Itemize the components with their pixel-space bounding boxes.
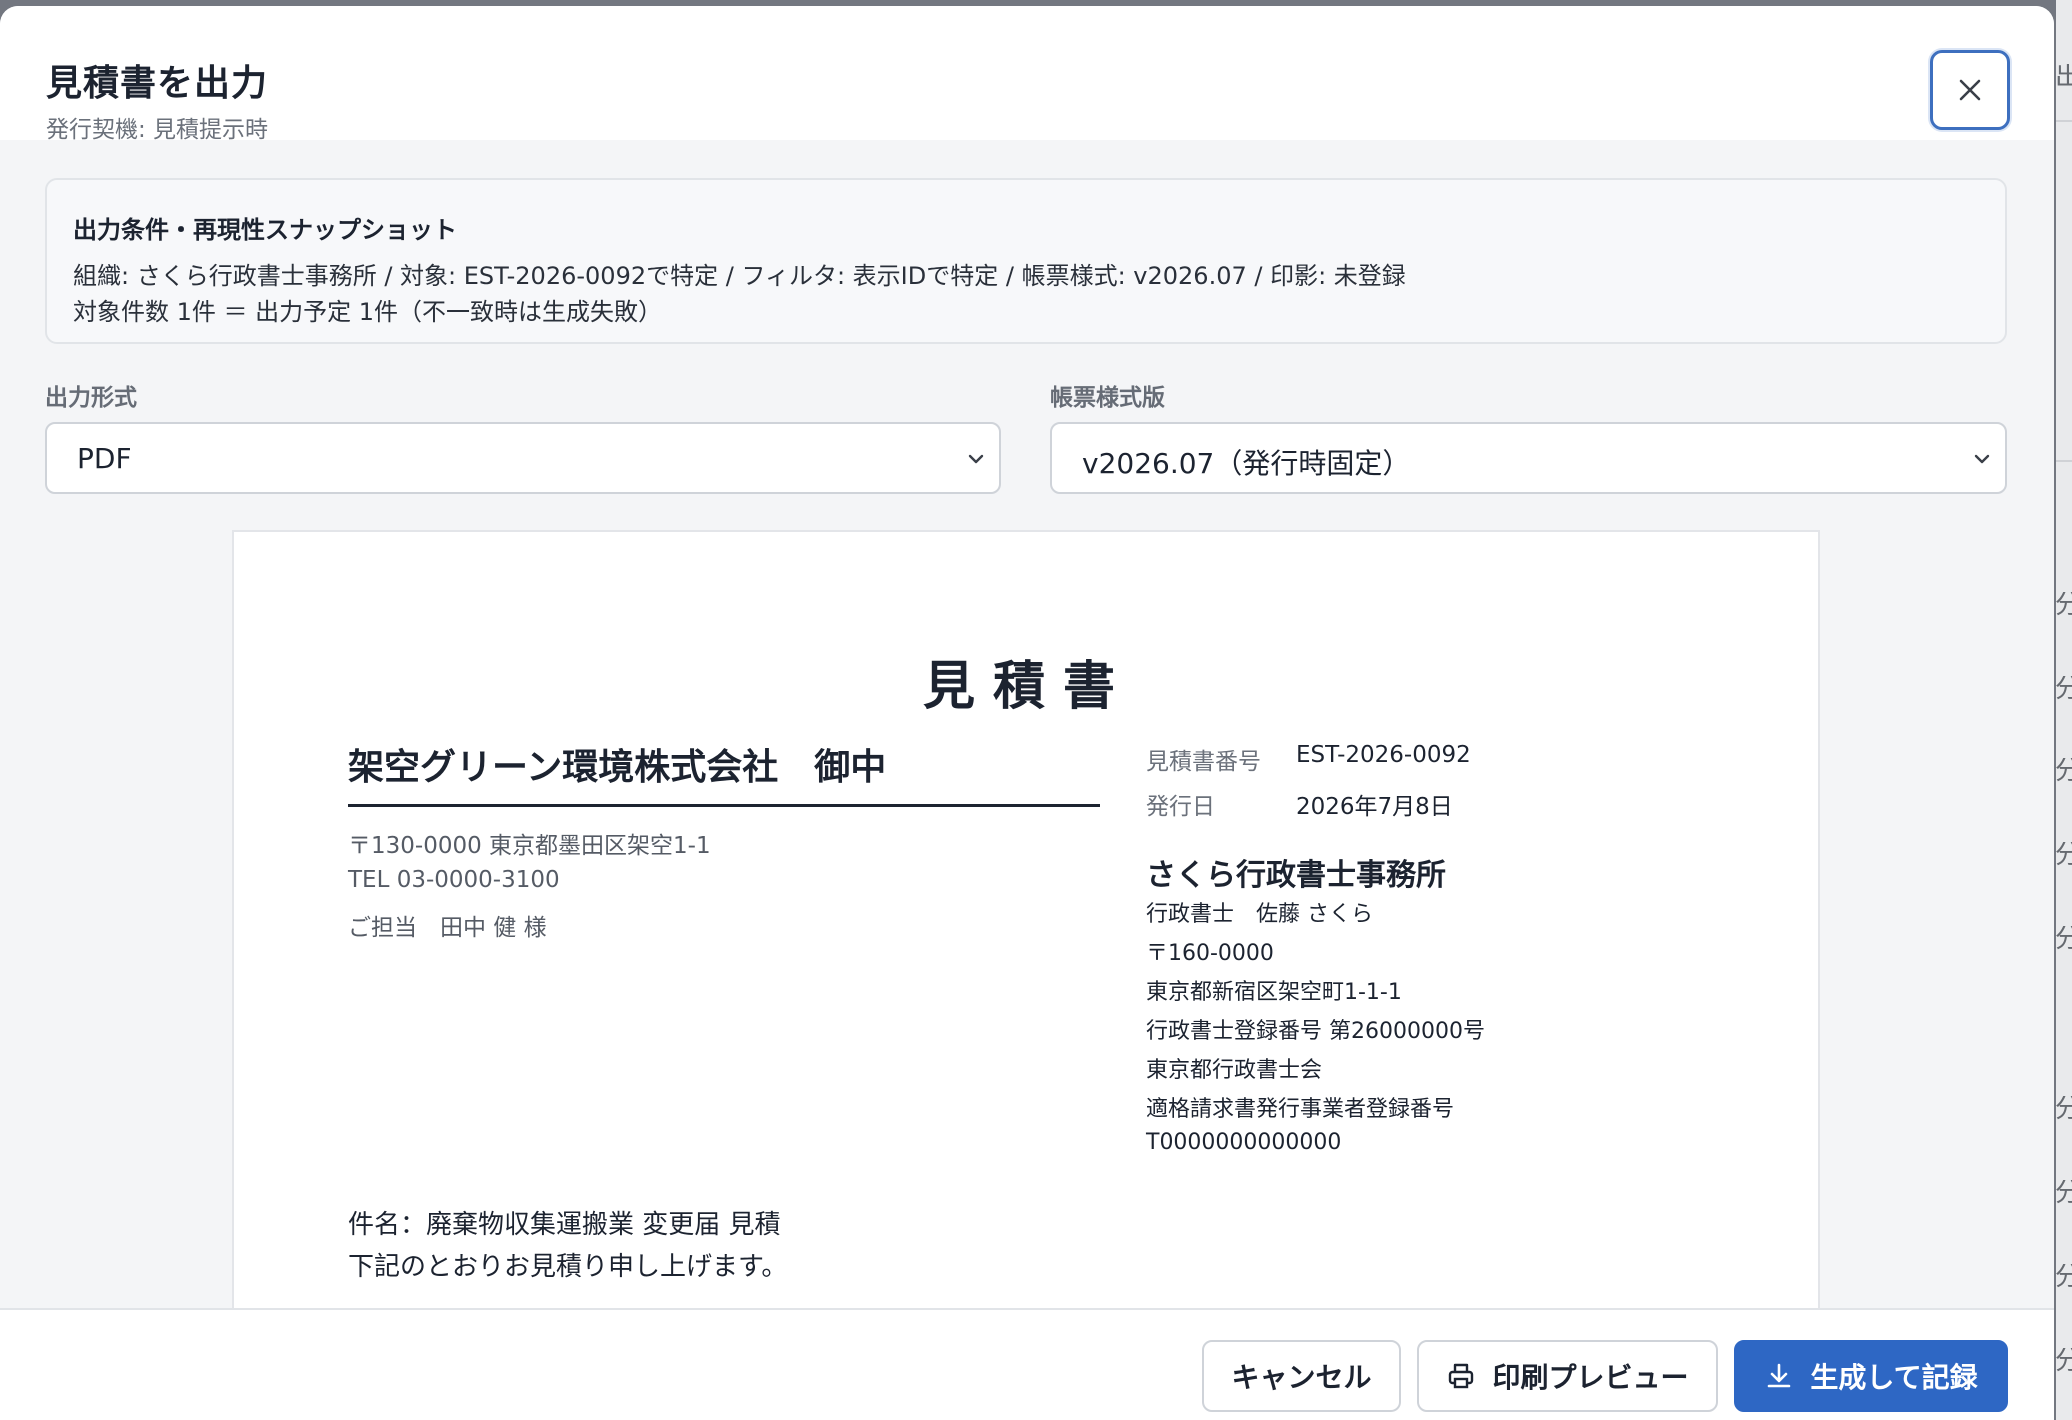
issuer-line: 東京都新宿区架空町1-1-1 [1146, 980, 1402, 1005]
client-tel: TEL 03-0000-3100 [348, 867, 560, 893]
estimate-document-preview: 見積書 架空グリーン環境株式会社 御中 〒130-0000 東京都墨田区架空1-… [232, 530, 1820, 1420]
generate-and-record-label: 生成して記録 [1810, 1361, 1978, 1394]
dialog-header: 見積書を出力 発行契機: 見積提示時 [0, 6, 2054, 143]
conditions-snapshot-panel: 出力条件・再現性スナップショット 組織: さくら行政書士事務所 / 対象: ES… [45, 178, 2007, 344]
estimate-number-label: 見積書番号 [1146, 749, 1261, 775]
print-preview-label: 印刷プレビュー [1492, 1361, 1689, 1394]
export-estimate-dialog: 見積書を出力 発行契機: 見積提示時 出力条件・再現性スナップショット 組織: … [0, 6, 2054, 1420]
dialog-subtitle: 発行契機: 見積提示時 [46, 117, 269, 143]
document-intro: 下記のとおりお見積り申し上げます。 [348, 1252, 788, 1282]
output-format-label: 出力形式 [45, 385, 137, 411]
dialog-footer: キャンセル 印刷プレビュー 生成して記録 [0, 1308, 2054, 1420]
close-icon [1959, 79, 1981, 101]
estimate-number-value: EST-2026-0092 [1296, 742, 1471, 768]
client-name: 架空グリーン環境株式会社 御中 [348, 747, 887, 788]
client-contact: ご担当 田中 健 様 [348, 915, 547, 941]
background-header-label: 出 [2055, 64, 2072, 90]
template-version-label: 帳票様式版 [1050, 385, 1165, 411]
conditions-title: 出力条件・再現性スナップショット [73, 216, 457, 244]
printer-icon [1449, 1363, 1474, 1389]
download-icon [1768, 1363, 1791, 1388]
background-divider [2056, 460, 2072, 462]
background-row-label: 分 [2055, 1264, 2072, 1290]
chevron-down-icon [1974, 454, 1990, 464]
background-row-label: 分 [2055, 676, 2072, 702]
issuer-name: さくら行政書士事務所 [1146, 858, 1446, 893]
issue-date-label: 発行日 [1146, 794, 1215, 820]
issuer-line: T0000000000000 [1146, 1130, 1342, 1155]
issuer-line: 東京都行政書士会 [1146, 1058, 1323, 1083]
issuer-line: 行政書士 佐藤 さくら [1146, 902, 1373, 927]
conditions-detail: 組織: さくら行政書士事務所 / 対象: EST-2026-0092で特定 / … [73, 262, 1406, 290]
background-row-label: 分 [2055, 1348, 2072, 1374]
cancel-button-label: キャンセル [1231, 1361, 1372, 1394]
client-address: 〒130-0000 東京都墨田区架空1-1 [348, 833, 711, 859]
document-subject: 件名：廃棄物収集運搬業 変更届 見積 [348, 1210, 781, 1240]
background-page-strip [2056, 0, 2072, 1420]
generate-and-record-button[interactable]: 生成して記録 [1734, 1340, 2008, 1412]
chevron-down-icon [968, 454, 984, 464]
background-row-label: 分 [2055, 1180, 2072, 1206]
close-button[interactable] [1930, 50, 2010, 130]
output-format-select[interactable]: PDF [45, 422, 1001, 494]
print-preview-button[interactable]: 印刷プレビュー [1417, 1340, 1718, 1412]
background-row-label: 分 [2055, 592, 2072, 618]
background-row-label: 分 [2055, 758, 2072, 784]
client-underline [348, 804, 1100, 807]
background-divider [2056, 120, 2072, 122]
issuer-line: 適格請求書発行事業者登録番号 [1146, 1097, 1455, 1122]
document-title: 見積書 [922, 657, 1133, 717]
background-row-label: 分 [2055, 926, 2072, 952]
dialog-title: 見積書を出力 [46, 63, 269, 104]
conditions-count: 対象件数 1件 ＝ 出力予定 1件（不一致時は生成失敗） [73, 298, 663, 326]
template-version-value: v2026.07（発行時固定） [1082, 447, 1411, 480]
issuer-line: 行政書士登録番号 第26000000号 [1146, 1019, 1485, 1044]
issue-date-value: 2026年7月8日 [1296, 794, 1453, 820]
issuer-line: 〒160-0000 [1146, 941, 1274, 966]
background-row-label: 分 [2055, 842, 2072, 868]
cancel-button[interactable]: キャンセル [1202, 1340, 1401, 1412]
output-format-value: PDF [77, 442, 132, 475]
background-row-label: 分 [2055, 1096, 2072, 1122]
template-version-select[interactable]: v2026.07（発行時固定） [1050, 422, 2007, 494]
